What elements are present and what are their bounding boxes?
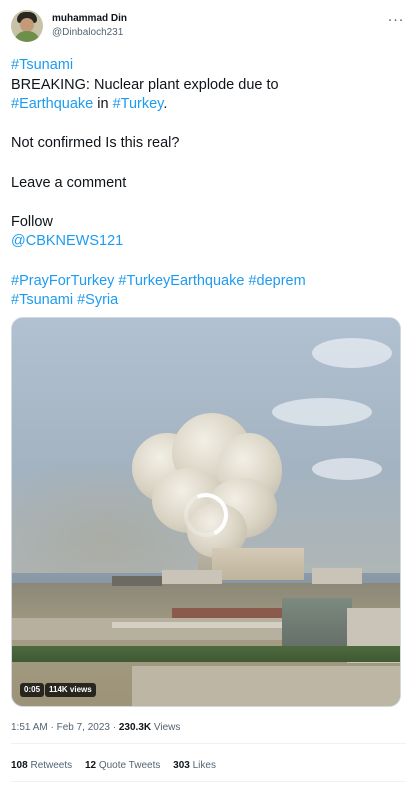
video-cloud [272, 398, 372, 426]
video-time-badge: 0:05 [20, 683, 45, 697]
hashtags-line-2[interactable]: #Tsunami #Syria [11, 292, 118, 308]
tweet: muhammad Din @Dinbaloch231 ··· #Tsunami … [0, 0, 416, 785]
video-cloud [312, 338, 392, 368]
video-cloud [312, 458, 382, 480]
meta-separator: · [109, 722, 119, 733]
divider [11, 743, 406, 744]
author-names: muhammad Din @Dinbaloch231 [52, 13, 127, 39]
divider [11, 781, 406, 782]
quote-tweets-stat[interactable]: 12 Quote Tweets [85, 760, 160, 771]
breaking-text: BREAKING: Nuclear plant explode due to [11, 76, 279, 93]
video-player[interactable]: 0:05 114K views [11, 317, 401, 707]
likes-stat[interactable]: 303 Likes [173, 760, 216, 771]
tweet-date[interactable]: Feb 7, 2023 [57, 722, 110, 733]
building [112, 576, 162, 586]
avatar-face [20, 18, 34, 32]
hashtag-earthquake[interactable]: #Earthquake [11, 96, 93, 112]
hashtag-tsunami[interactable]: #Tsunami [11, 57, 73, 73]
video-lot [132, 666, 400, 706]
building [312, 568, 362, 584]
avatar-shirt [14, 31, 40, 42]
text-in: in [93, 96, 113, 113]
mention-cbknews[interactable]: @CBKNEWS121 [11, 233, 123, 249]
video-trees [12, 646, 400, 662]
likes-count: 303 [173, 760, 190, 771]
views-label: Views [151, 722, 181, 733]
building [162, 570, 222, 584]
tweet-stats: 108 Retweets 12 Quote Tweets 303 Likes [11, 760, 226, 771]
video-views-badge: 114K views [45, 683, 96, 697]
display-name[interactable]: muhammad Din [52, 13, 127, 25]
follow-text: Follow [11, 213, 53, 230]
user-handle[interactable]: @Dinbaloch231 [52, 27, 127, 39]
tweet-time[interactable]: 1:51 AM [11, 722, 48, 733]
hashtags-line-1[interactable]: #PrayForTurkey #TurkeyEarthquake #deprem [11, 273, 306, 289]
retweets-stat[interactable]: 108 Retweets [11, 760, 72, 771]
more-options-icon[interactable]: ··· [388, 12, 405, 27]
retweets-count: 108 [11, 760, 28, 771]
tweet-header: muhammad Din @Dinbaloch231 ··· [11, 8, 406, 48]
quotes-count: 12 [84, 760, 97, 771]
tweet-meta: 1:51 AM · Feb 7, 2023 · 230.3K Views [11, 722, 180, 733]
hashtag-turkey[interactable]: #Turkey [113, 96, 164, 112]
views-count: 230.3K [118, 722, 152, 733]
likes-label: Likes [189, 760, 216, 771]
quotes-label: Quote Tweets [96, 760, 161, 771]
question-text: Not confirmed Is this real? [11, 135, 180, 152]
avatar[interactable] [11, 10, 43, 42]
comment-prompt-text: Leave a comment [11, 174, 127, 191]
retweets-label: Retweets [27, 760, 73, 771]
text-period: . [163, 96, 168, 113]
grain-silo [212, 548, 304, 580]
meta-separator: · [47, 722, 57, 733]
tweet-text: #Tsunami BREAKING: Nuclear plant explode… [11, 56, 406, 311]
